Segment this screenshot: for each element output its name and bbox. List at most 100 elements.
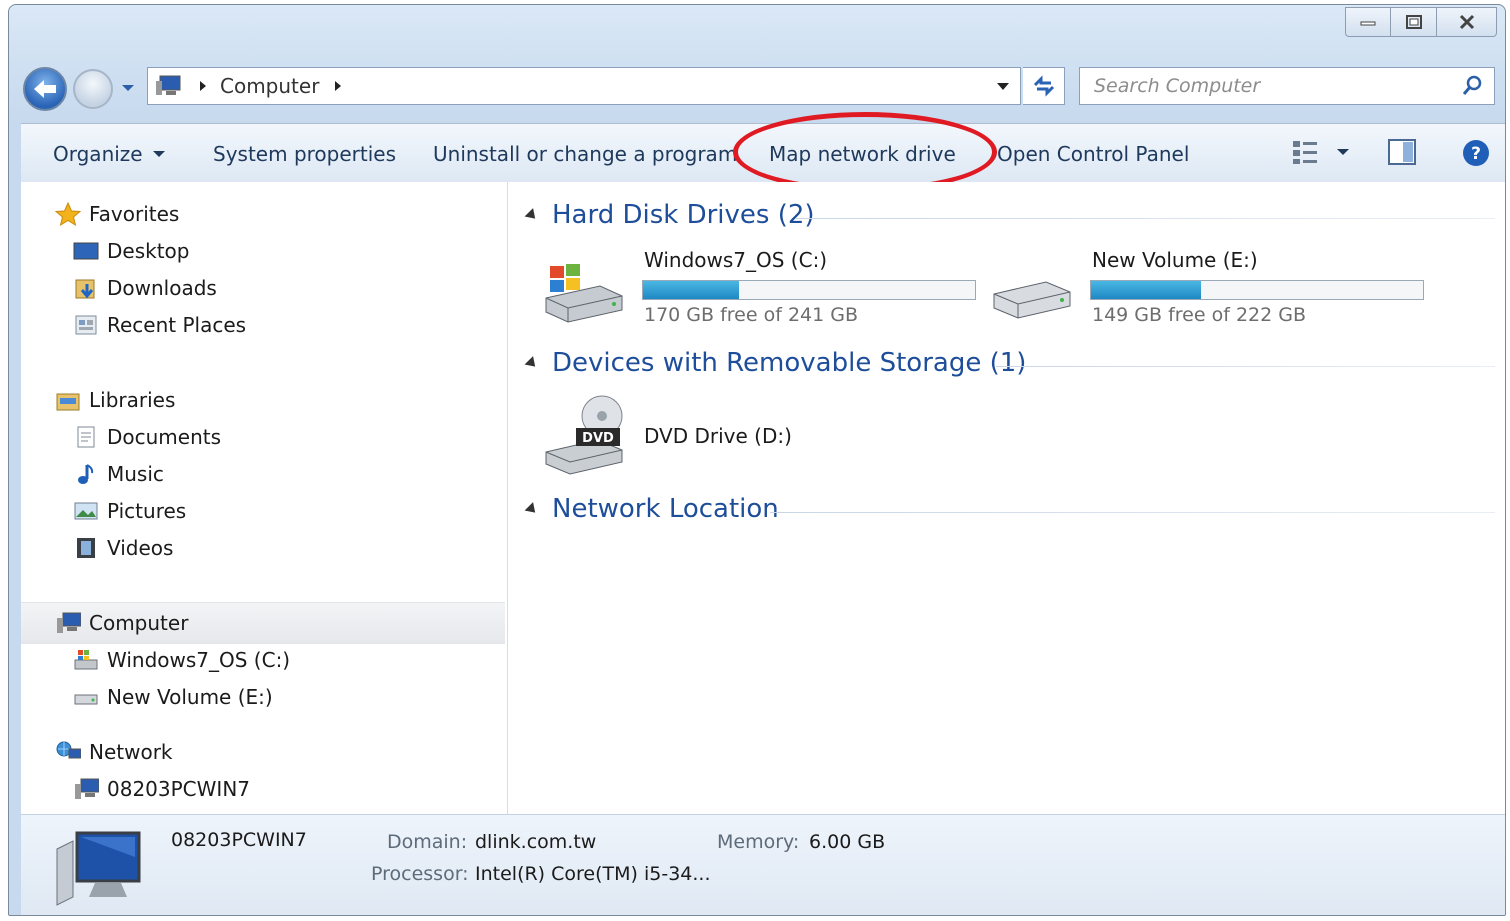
drive-tile-c[interactable]: Windows7_OS (C:) 170 GB free of 241 GB bbox=[540, 244, 980, 334]
minimize-button[interactable] bbox=[1345, 7, 1391, 37]
desktop-icon bbox=[73, 239, 99, 263]
view-icon bbox=[1293, 141, 1317, 164]
drive-usage-fill bbox=[1091, 281, 1201, 299]
minimize-icon bbox=[1360, 21, 1376, 26]
nav-label: Pictures bbox=[107, 499, 187, 523]
restore-icon bbox=[1405, 15, 1422, 29]
refresh-button[interactable] bbox=[1023, 67, 1065, 105]
address-bar[interactable]: Computer bbox=[147, 67, 1021, 105]
maximize-button[interactable] bbox=[1391, 7, 1437, 37]
nav-label: Videos bbox=[107, 536, 174, 560]
refresh-icon bbox=[1033, 75, 1054, 97]
recent-places-icon bbox=[73, 313, 99, 337]
help-icon: ? bbox=[1463, 140, 1489, 166]
nav-favorites[interactable]: Favorites bbox=[55, 202, 179, 226]
content-pane: Hard Disk Drives (2) Windows7_OS (C:) 17… bbox=[508, 182, 1505, 815]
preview-pane-button[interactable] bbox=[1387, 138, 1417, 170]
nav-libraries[interactable]: Libraries bbox=[55, 388, 175, 412]
processor-value: Intel(R) Core(TM) i5-34... bbox=[475, 863, 711, 885]
nav-music[interactable]: Music bbox=[73, 462, 164, 486]
group-divider bbox=[996, 366, 1495, 367]
search-box[interactable] bbox=[1079, 67, 1495, 105]
back-arrow-icon bbox=[34, 80, 56, 98]
help-button[interactable]: ? bbox=[1461, 138, 1491, 172]
open-control-panel-button[interactable]: Open Control Panel bbox=[997, 142, 1189, 166]
breadcrumb-separator-icon bbox=[200, 81, 206, 91]
libraries-icon bbox=[55, 388, 81, 412]
recent-pages-button[interactable] bbox=[119, 77, 137, 97]
collapse-triangle-icon bbox=[524, 501, 540, 517]
collapse-triangle-icon bbox=[524, 355, 540, 371]
forward-button[interactable] bbox=[73, 69, 113, 109]
computer-large-icon bbox=[56, 831, 141, 906]
nav-computer[interactable]: Computer bbox=[55, 611, 188, 635]
nav-network-pc[interactable]: 08203PCWIN7 bbox=[73, 777, 250, 801]
navigation-bar: Computer bbox=[23, 65, 1495, 113]
nav-label: Computer bbox=[89, 611, 189, 635]
breadcrumb-separator-icon[interactable] bbox=[329, 77, 347, 95]
group-header-hard-disk-drives[interactable]: Hard Disk Drives (2) bbox=[524, 200, 815, 230]
computer-icon bbox=[156, 75, 181, 95]
nav-label: Documents bbox=[107, 425, 222, 449]
uninstall-program-button[interactable]: Uninstall or change a program bbox=[433, 142, 737, 166]
drive-name: New Volume (E:) bbox=[1092, 248, 1258, 272]
drive-usage-fill bbox=[643, 281, 740, 299]
drive-usage-bar bbox=[1090, 280, 1424, 300]
domain-label: Domain: bbox=[387, 831, 468, 853]
search-icon[interactable] bbox=[1460, 74, 1484, 98]
nav-label: Libraries bbox=[89, 388, 176, 412]
nav-label: Network bbox=[89, 740, 173, 764]
close-button[interactable] bbox=[1437, 7, 1497, 37]
hard-drive-icon bbox=[73, 685, 99, 709]
nav-desktop[interactable]: Desktop bbox=[73, 239, 189, 263]
details-pane: 08203PCWIN7 Domain: dlink.com.tw Memory:… bbox=[21, 814, 1505, 915]
nav-drive-e[interactable]: New Volume (E:) bbox=[73, 685, 273, 709]
breadcrumb-computer[interactable]: Computer bbox=[220, 74, 319, 98]
downloads-icon bbox=[73, 276, 99, 300]
hard-drive-icon bbox=[993, 281, 1071, 319]
command-bar: Organize System properties Uninstall or … bbox=[21, 112, 1505, 192]
navigation-pane: Favorites Desktop Downloads Recent Place… bbox=[21, 182, 508, 815]
group-header-network-location[interactable]: Network Location bbox=[524, 494, 779, 524]
drive-tile-e[interactable]: New Volume (E:) 149 GB free of 222 GB bbox=[988, 244, 1428, 334]
view-options-button[interactable] bbox=[1291, 138, 1351, 166]
nav-documents[interactable]: Documents bbox=[73, 425, 221, 449]
chevron-down-icon bbox=[152, 151, 165, 157]
nav-downloads[interactable]: Downloads bbox=[73, 276, 217, 300]
collapse-triangle-icon bbox=[524, 207, 540, 223]
nav-videos[interactable]: Videos bbox=[73, 536, 173, 560]
drive-name: Windows7_OS (C:) bbox=[644, 248, 828, 272]
drive-tile-dvd[interactable]: DVD DVD Drive (D:) bbox=[540, 394, 860, 484]
chevron-down-icon bbox=[122, 85, 134, 91]
nav-pictures[interactable]: Pictures bbox=[73, 499, 186, 523]
drive-name: DVD Drive (D:) bbox=[644, 424, 792, 448]
map-network-drive-button[interactable]: Map network drive bbox=[769, 142, 956, 166]
dvd-icon-text: DVD bbox=[582, 431, 614, 446]
group-header-label: Network Location bbox=[552, 494, 779, 524]
search-input[interactable] bbox=[1092, 74, 1456, 98]
nav-label: 08203PCWIN7 bbox=[107, 777, 251, 801]
nav-label: Downloads bbox=[107, 276, 217, 300]
nav-network[interactable]: Network bbox=[55, 740, 173, 764]
memory-value: 6.00 GB bbox=[809, 831, 886, 853]
group-header-label: Hard Disk Drives (2) bbox=[552, 200, 815, 230]
organize-label: Organize bbox=[53, 142, 143, 166]
caption-buttons bbox=[1345, 7, 1497, 37]
back-button[interactable] bbox=[23, 67, 67, 111]
explorer-window: Computer Organize System properties Unin… bbox=[8, 4, 1506, 916]
nav-label: Desktop bbox=[107, 239, 190, 263]
windows-drive-icon bbox=[545, 264, 623, 323]
nav-label: Recent Places bbox=[107, 313, 247, 337]
group-header-removable-storage[interactable]: Devices with Removable Storage (1) bbox=[524, 348, 1026, 378]
windows-drive-icon bbox=[73, 648, 99, 672]
nav-drive-c[interactable]: Windows7_OS (C:) bbox=[73, 648, 290, 672]
nav-label: Windows7_OS (C:) bbox=[107, 648, 291, 672]
address-dropdown-icon[interactable] bbox=[994, 77, 1012, 95]
nav-label: Music bbox=[107, 462, 164, 486]
system-properties-button[interactable]: System properties bbox=[213, 142, 396, 166]
drive-free-space: 170 GB free of 241 GB bbox=[644, 304, 859, 326]
organize-button[interactable]: Organize bbox=[53, 142, 167, 166]
preview-pane-icon bbox=[1388, 139, 1416, 165]
nav-recent-places[interactable]: Recent Places bbox=[73, 313, 246, 337]
star-icon bbox=[55, 202, 81, 226]
